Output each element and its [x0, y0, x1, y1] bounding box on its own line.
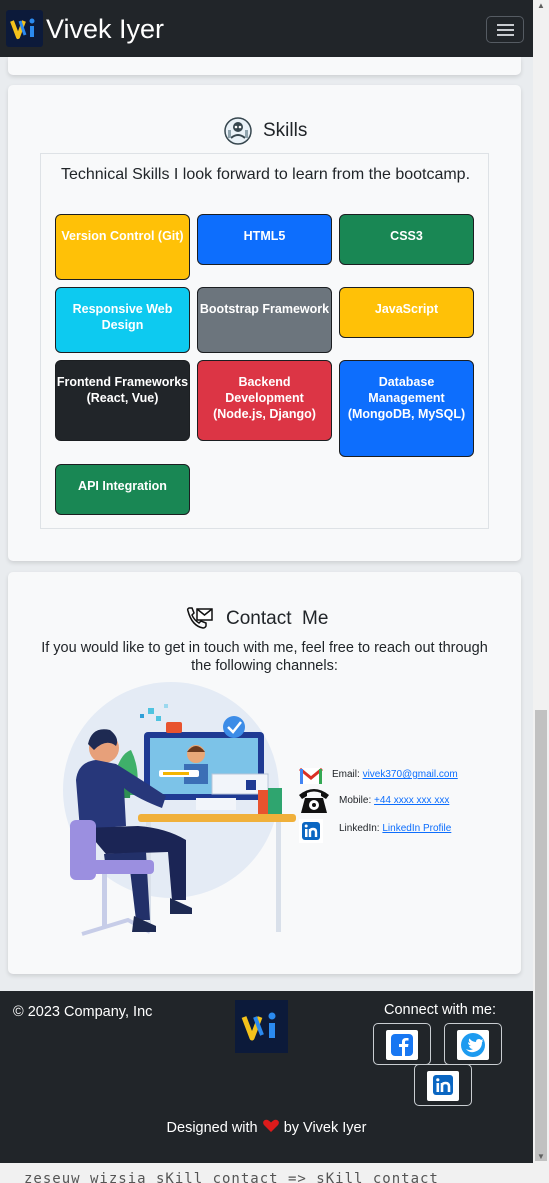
- brand-logo[interactable]: [6, 10, 43, 47]
- linkedin-profile-link[interactable]: LinkedIn Profile: [382, 823, 451, 834]
- previous-section-card: [8, 57, 521, 75]
- mobile-link[interactable]: +44 xxxx xxx xxx: [374, 795, 449, 806]
- email-label: Email:: [332, 769, 360, 780]
- contact-linkedin-row: LinkedIn: LinkedIn Profile: [339, 823, 451, 835]
- bottom-strip-text: zeseuw wizsia sKill contact => sKill con…: [24, 1171, 439, 1183]
- email-link[interactable]: vivek370@gmail.com: [363, 769, 458, 780]
- designed-by: Designed with by Vivek Iyer: [166, 1119, 367, 1136]
- scrollbar-thumb[interactable]: [535, 710, 547, 1161]
- contact-mobile-row: Mobile: +44 xxxx xxx xxx: [339, 795, 449, 807]
- linkedin-button[interactable]: [414, 1064, 472, 1106]
- skill-badge-database-management: Database Management (MongoDB, MySQL): [339, 360, 474, 457]
- navbar: Vivek Iyer: [0, 0, 533, 57]
- telephone-icon: [296, 785, 329, 813]
- skill-badge-version-control: Version Control (Git): [55, 214, 190, 280]
- skills-title: Skills: [263, 120, 308, 141]
- skills-section: Skills Technical Skills I look forward t…: [8, 85, 521, 561]
- facebook-icon: [386, 1030, 418, 1060]
- mobile-label: Mobile:: [339, 795, 372, 806]
- brand-name[interactable]: Vivek Iyer: [46, 13, 164, 45]
- skill-badge-responsive-web-design: Responsive Web Design: [55, 287, 190, 353]
- linkedin-label: LinkedIn:: [339, 823, 380, 834]
- linkedin-icon: [296, 816, 326, 844]
- navbar-toggle-button[interactable]: [486, 16, 524, 43]
- connect-heading: Connect with me:: [384, 1002, 497, 1018]
- contact-illustration: [46, 680, 296, 942]
- skill-badge-html5: HTML5: [197, 214, 332, 265]
- bottom-overflow-strip: zeseuw wizsia sKill contact => sKill con…: [0, 1163, 549, 1183]
- contact-title: Contact Me: [226, 608, 329, 629]
- linkedin-footer-icon: [427, 1071, 459, 1101]
- skill-badge-bootstrap: Bootstrap Framework: [197, 287, 332, 353]
- scroll-down-arrow-icon[interactable]: ▼: [536, 1153, 546, 1161]
- footer: © 2023 Company, Inc Connect with me: Des…: [0, 991, 533, 1163]
- contact-email-row: Email: vivek370@gmail.com: [332, 769, 458, 781]
- twitter-button[interactable]: [444, 1023, 502, 1065]
- skill-badge-javascript: JavaScript: [339, 287, 474, 338]
- scroll-up-arrow-icon[interactable]: ▲: [536, 2, 546, 10]
- skills-intro: Technical Skills I look forward to learn…: [60, 166, 471, 183]
- copyright: © 2023 Company, Inc: [13, 1004, 153, 1020]
- twitter-icon: [457, 1030, 489, 1060]
- facebook-button[interactable]: [373, 1023, 431, 1065]
- contact-description: If you would like to get in touch with m…: [41, 640, 488, 674]
- heart-icon: [262, 1119, 280, 1133]
- skill-badge-frontend-frameworks: Frontend Frameworks (React, Vue): [55, 360, 190, 441]
- skill-badge-backend-development: Backend Development (Node.js, Django): [197, 360, 332, 441]
- phone-envelope-icon: [184, 605, 214, 635]
- skills-list: Technical Skills I look forward to learn…: [40, 153, 489, 529]
- contact-section: Contact Me If you would like to get in t…: [8, 572, 521, 974]
- skill-badge-css3: CSS3: [339, 214, 474, 265]
- footer-logo[interactable]: [235, 1000, 288, 1053]
- skills-robot-icon: [223, 116, 253, 146]
- skill-badge-api-integration: API Integration: [55, 464, 190, 515]
